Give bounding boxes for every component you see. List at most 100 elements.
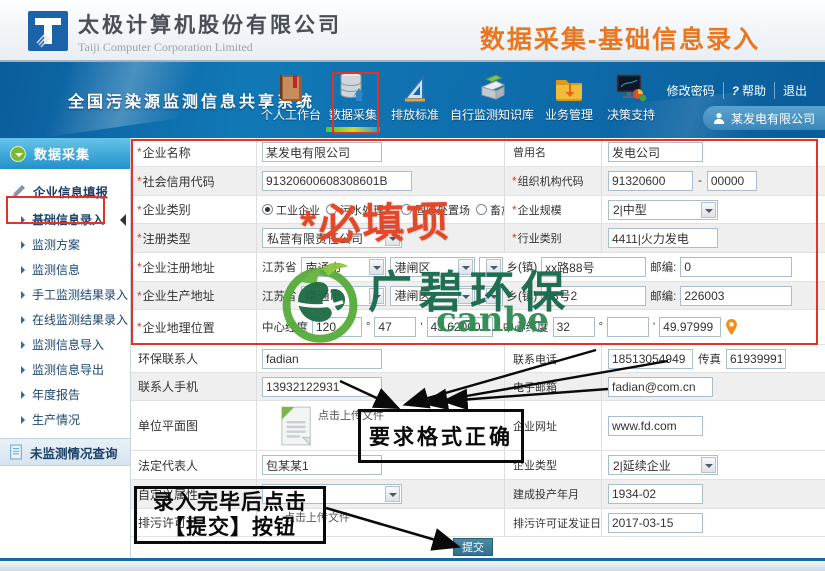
printer-icon: [476, 69, 508, 103]
field-label-org-code: *组织机构代码: [505, 167, 602, 195]
street-select[interactable]: [479, 257, 503, 277]
field-label-enterprise-scale: *企业规模: [505, 196, 602, 223]
field-label-geo-location: *企业地理位置: [131, 310, 257, 344]
upload-link[interactable]: 点击上传文件: [318, 407, 384, 423]
province-label: 江苏省: [262, 288, 297, 304]
latitude-label: 中心纬度: [503, 319, 549, 335]
nav-item-workbench[interactable]: 个人工作台: [260, 69, 322, 123]
nav-item-data-collection[interactable]: 数据采集: [322, 69, 384, 123]
org-code-separator: -: [698, 175, 702, 187]
sidebar-root-data-collection[interactable]: 数据采集: [0, 138, 130, 169]
company-type-select[interactable]: 2|延续企业: [608, 455, 718, 475]
custom-attr-select[interactable]: [262, 484, 402, 504]
contact-mobile-input[interactable]: [262, 377, 382, 397]
sidebar-item-production-status[interactable]: 生产情况: [0, 407, 130, 432]
field-label-contact-phone: 联系电话: [505, 345, 602, 372]
nav-item-business-mgmt[interactable]: 业务管理: [538, 69, 600, 123]
second-unit: ': [497, 321, 499, 333]
form-row: 排污许可证 点击上传文件 排污许可证发证日期: [131, 509, 825, 537]
radio-icon: [326, 204, 337, 215]
sidebar-item-monitoring-info[interactable]: 监测信息: [0, 257, 130, 282]
district-select[interactable]: 港闸区: [390, 286, 475, 306]
company-name-input[interactable]: [262, 142, 382, 162]
document-icon: [9, 444, 23, 460]
form-row: *注册类型 私营有限责任公司 *行业类别: [131, 224, 825, 253]
sidebar-item-monitoring-import[interactable]: 监测信息导入: [0, 332, 130, 357]
field-label-permit-date: 排污许可证发证日期: [505, 509, 602, 536]
radio-livestock-farm[interactable]: 畜禽养殖场: [476, 202, 505, 218]
sidebar-section-unmonitored-query[interactable]: 未监测情况查询: [0, 438, 130, 466]
set-square-icon: [401, 69, 429, 103]
latitude-second-input[interactable]: [659, 317, 721, 337]
help-link[interactable]: 帮助: [723, 82, 774, 99]
fax-input[interactable]: [726, 349, 786, 369]
nav-item-label: 排放标准: [391, 106, 439, 123]
production-zip-input[interactable]: [680, 286, 792, 306]
longitude-degree-input[interactable]: [312, 317, 362, 337]
sidebar: 数据采集 企业信息填报 基础信息录入 监测方案 监测信息 手工监测结果录入 在线…: [0, 138, 131, 558]
form-row: *企业名称 曾用名: [131, 138, 825, 167]
contact-phone-input[interactable]: [608, 349, 693, 369]
registered-zip-input[interactable]: [680, 257, 792, 277]
env-contact-input[interactable]: [262, 349, 382, 369]
sidebar-item-monitoring-export[interactable]: 监测信息导出: [0, 357, 130, 382]
upload-file-icon[interactable]: [280, 405, 314, 447]
latitude-degree-input[interactable]: [553, 317, 595, 337]
latitude-minute-input[interactable]: [607, 317, 649, 337]
street-select[interactable]: [479, 286, 503, 306]
province-label: 江苏省: [262, 259, 297, 275]
longitude-minute-input[interactable]: [374, 317, 416, 337]
permit-date-input[interactable]: [608, 513, 703, 533]
sidebar-item-online-results-entry[interactable]: 在线监测结果录入: [0, 307, 130, 332]
org-code-suffix-input[interactable]: [707, 171, 757, 191]
form-row: *企业类别 工业企业 污水处理厂 固废处置场 畜禽养殖场 *企业规模 2|中型: [131, 196, 825, 224]
registered-town-input[interactable]: [541, 257, 646, 277]
submit-button[interactable]: 提交: [453, 538, 493, 556]
company-name-en: Taiji Computer Corporation Limited: [78, 40, 342, 55]
radio-industrial-enterprise[interactable]: 工业企业: [262, 202, 320, 218]
field-label-former-name: 曾用名: [505, 138, 602, 166]
active-marker-icon: [114, 214, 126, 226]
dropdown-caret-icon: [701, 457, 716, 473]
upload-link[interactable]: 点击上传文件: [284, 509, 350, 525]
nav-item-knowledge-base[interactable]: 自行监测知识库: [446, 69, 538, 123]
sidebar-section-label: 企业信息填报: [33, 182, 108, 201]
nav-item-emission-standard[interactable]: 排放标准: [384, 69, 446, 123]
nav-item-decision-support[interactable]: 决策支持: [600, 69, 662, 123]
sidebar-item-manual-results-entry[interactable]: 手工监测结果录入: [0, 282, 130, 307]
credit-code-input[interactable]: [262, 171, 412, 191]
sidebar-item-monitoring-plan[interactable]: 监测方案: [0, 232, 130, 257]
nav-links: 修改密码 帮助 退出: [659, 82, 815, 99]
org-code-input[interactable]: [608, 171, 693, 191]
production-town-input[interactable]: [541, 286, 646, 306]
taiji-logo-icon: [28, 11, 68, 51]
website-input[interactable]: [608, 416, 703, 436]
radio-sewage-plant[interactable]: 污水处理厂: [326, 202, 395, 218]
sidebar-section-enterprise-info[interactable]: 企业信息填报: [0, 178, 130, 204]
page-title: 数据采集-基础信息录入: [440, 20, 800, 56]
city-select[interactable]: 南通市: [301, 257, 386, 277]
change-password-link[interactable]: 修改密码: [659, 82, 723, 99]
email-input[interactable]: [608, 377, 713, 397]
sidebar-root-label: 数据采集: [34, 144, 90, 163]
sidebar-item-basic-info-entry[interactable]: 基础信息录入: [0, 207, 130, 232]
district-select[interactable]: 港闸区: [390, 257, 475, 277]
longitude-second-input[interactable]: [427, 317, 493, 337]
registration-type-select[interactable]: 私营有限责任公司: [262, 228, 402, 248]
header: 太极计算机股份有限公司 Taiji Computer Corporation L…: [0, 0, 825, 62]
logout-link[interactable]: 退出: [774, 82, 815, 99]
industry-category-input[interactable]: [608, 228, 718, 248]
built-date-input[interactable]: [608, 484, 703, 504]
field-label-enterprise-category: *企业类别: [131, 196, 257, 223]
scale-select[interactable]: 2|中型: [608, 200, 718, 220]
location-pin-icon[interactable]: [725, 319, 738, 336]
legal-rep-input[interactable]: [262, 455, 382, 475]
city-select[interactable]: 南通市: [301, 286, 386, 306]
form-row: *企业注册地址 江苏省 南通市 港闸区 乡(镇) 邮编:: [131, 253, 825, 282]
town-label: 乡(镇): [507, 288, 538, 304]
radio-solid-waste-site[interactable]: 固废处置场: [401, 202, 470, 218]
former-name-input[interactable]: [608, 142, 703, 162]
user-badge[interactable]: 某发电有限公司: [703, 106, 825, 130]
sidebar-item-annual-report[interactable]: 年度报告: [0, 382, 130, 407]
field-label-company-type: 企业类型: [505, 451, 602, 479]
